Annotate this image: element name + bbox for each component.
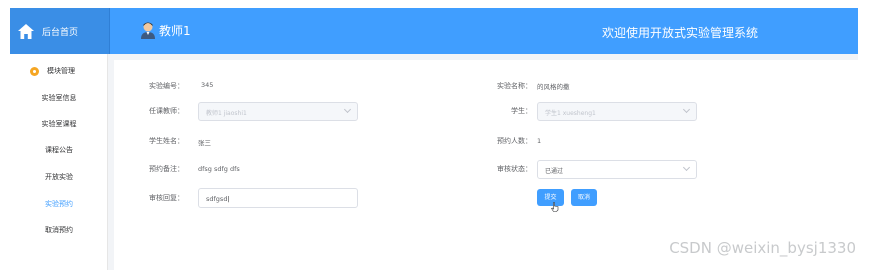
top-bar: 后台首页 教师1 欢迎使用开放式实验管理系统 <box>10 8 858 54</box>
avatar <box>141 22 155 39</box>
system-title: 欢迎使用开放式实验管理系统 <box>601 26 758 40</box>
user-name: 教师1 <box>159 23 191 38</box>
sidebar-item-cancel-booking[interactable]: 取消预约 <box>10 225 108 235</box>
module-icon <box>30 66 39 76</box>
watermark: CSDN @weixin_bysj1330 <box>669 239 856 257</box>
teacher-select-value: 教师1 jiaoshi1 <box>206 110 247 117</box>
home-tab[interactable]: 后台首页 <box>10 8 110 54</box>
student-label: 学生： <box>511 107 532 115</box>
remark-value: dfsg sdfg dfs <box>198 165 240 173</box>
sidebar-group-module[interactable]: 模块管理 <box>30 66 75 76</box>
reply-input[interactable]: sdfgsd| <box>198 188 358 208</box>
people-count-label: 预约人数： <box>497 137 532 145</box>
sidebar-item-lab-course[interactable]: 实验室课程 <box>10 119 108 129</box>
teacher-label: 任课教师： <box>149 107 184 115</box>
experiment-no-label: 实验编号： <box>149 82 184 90</box>
student-select[interactable]: 学生1 xuesheng1 <box>537 102 697 121</box>
reply-label: 审核回复： <box>149 194 184 202</box>
remark-label: 预约备注： <box>149 165 184 173</box>
cancel-button[interactable]: 取消 <box>571 189 597 206</box>
student-name-label: 学生姓名： <box>149 137 184 145</box>
sidebar-item-course-notice[interactable]: 课程公告 <box>10 145 108 155</box>
chevron-down-icon <box>682 163 691 172</box>
sidebar-item-open-experiment[interactable]: 开放实验 <box>10 172 108 182</box>
experiment-name-value: 的风格的撒 <box>537 83 570 91</box>
sidebar: 模块管理 实验室信息 实验室课程 课程公告 开放实验 实验预约 取消预约 <box>10 54 108 270</box>
people-count-value: 1 <box>537 137 542 145</box>
home-label: 后台首页 <box>42 27 79 38</box>
home-icon <box>18 23 34 39</box>
status-select-value: 已通过 <box>545 168 564 175</box>
student-name-value: 张三 <box>198 139 211 147</box>
app-window: 后台首页 教师1 欢迎使用开放式实验管理系统 模块管理 实验室信息 实验室课程 … <box>10 8 858 270</box>
sidebar-item-experiment-booking[interactable]: 实验预约 <box>10 199 108 209</box>
sidebar-group-label: 模块管理 <box>47 67 75 75</box>
status-label: 审核状态： <box>497 165 532 173</box>
experiment-no-value: 345 <box>201 81 214 89</box>
chevron-down-icon <box>343 105 352 114</box>
status-select[interactable]: 已通过 <box>537 160 697 179</box>
sidebar-item-lab-info[interactable]: 实验室信息 <box>10 93 108 103</box>
chevron-down-icon <box>682 105 691 114</box>
user-info[interactable]: 教师1 <box>140 21 191 39</box>
hand-cursor-icon <box>551 202 559 212</box>
reply-input-value: sdfgsd <box>206 195 228 203</box>
experiment-name-label: 实验名称： <box>497 82 532 90</box>
teacher-select[interactable]: 教师1 jiaoshi1 <box>198 102 358 121</box>
student-select-value: 学生1 xuesheng1 <box>545 110 596 117</box>
